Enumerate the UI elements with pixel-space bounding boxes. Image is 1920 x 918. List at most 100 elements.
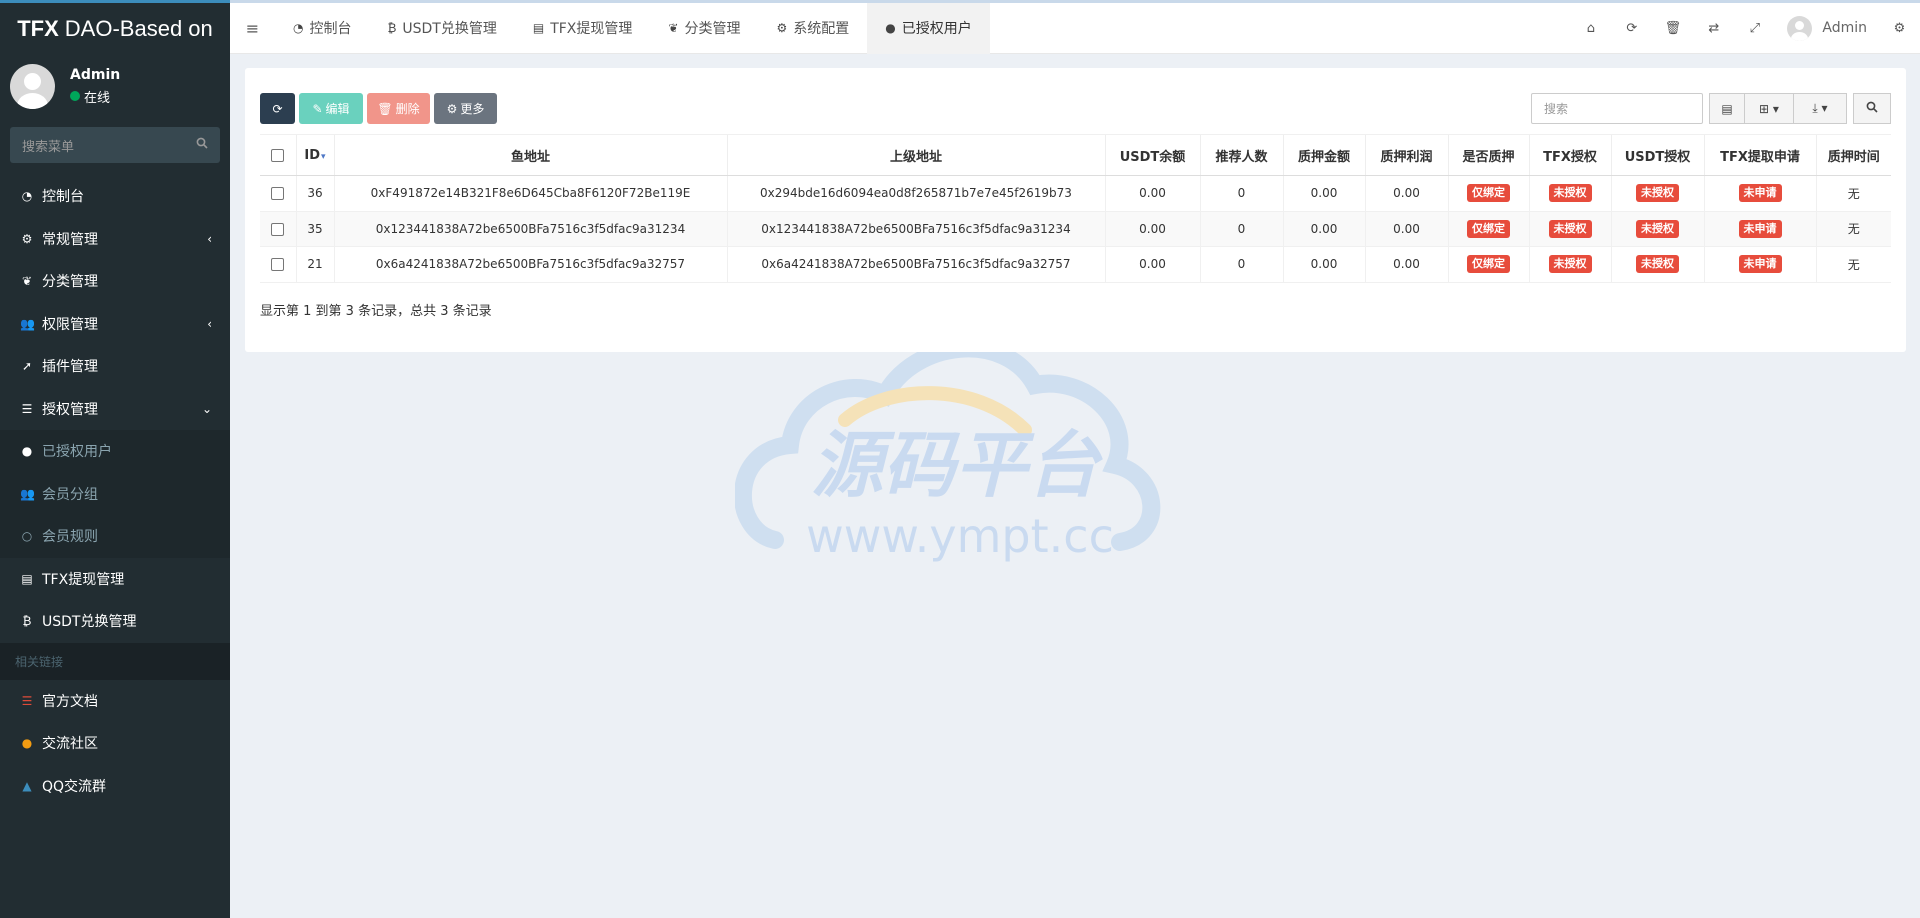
sidebar-item-authorized-users[interactable]: ● 已授权用户 [0,430,230,473]
col-address[interactable]: 鱼地址 [333,134,727,176]
sidebar-item-label: TFX提现管理 [42,571,125,588]
sidebar-item-usdt-exchange[interactable]: ₿ USDT兑换管理 [0,600,230,643]
col-usdt-balance[interactable]: USDT余额 [1104,134,1200,176]
bitcoin-icon: ₿ [22,614,32,629]
cell-address: 0x6a4241838A72be6500BFa7516c3f5dfac9a327… [333,246,727,283]
columns-button[interactable]: ⊞ ▾ [1744,93,1794,124]
more-label: 更多 [460,102,485,116]
brand-bold: TFX [17,16,59,41]
sidebar-item-label: 官方文档 [42,693,98,710]
cell-stake-profit: 0.00 [1364,246,1448,283]
row-checkbox[interactable] [271,187,285,201]
sidebar-link-qq[interactable]: ▲ QQ交流群 [0,765,230,808]
tab-dashboard[interactable]: ◔ 控制台 [275,3,369,54]
status-badge: 未授权 [1636,219,1679,238]
brand-text: DAO-Based on [64,16,213,41]
sidebar-item-dashboard[interactable]: ◔ 控制台 [0,175,230,218]
submenu-authorization: ● 已授权用户 👥 会员分组 ○ 会员规则 [0,430,230,558]
tab-label: 分类管理 [684,21,741,37]
table-tools: 搜索 ▤ ⊞ ▾ ⤓ ▾ [1531,93,1891,124]
tab-label: 控制台 [309,21,352,37]
col-referrals[interactable]: 推荐人数 [1199,134,1283,176]
cell-referrals: 0 [1199,246,1283,283]
table-row[interactable]: 21 0x6a4241838A72be6500BFa7516c3f5dfac9a… [260,246,1891,283]
col-parent-address[interactable]: 上级地址 [726,134,1105,176]
col-stake-profit[interactable]: 质押利润 [1364,134,1448,176]
trash-icon[interactable]: 🗑 [1652,21,1693,36]
status-text: 在线 [84,90,111,106]
delete-button[interactable]: 🗑 删除 [367,93,430,124]
sidebar-item-general[interactable]: ⚙ 常规管理 ‹ [0,218,230,261]
nav-user-name: Admin [1822,20,1867,36]
tab-system-config[interactable]: ⚙ 系统配置 [758,3,867,54]
sidebar-item-tfx-withdraw[interactable]: ▤ TFX提现管理 [0,558,230,601]
cogs-icon: ⚙ [21,231,33,246]
sidebar-item-plugins[interactable]: ➚ 插件管理 [0,345,230,388]
chevron-left-icon: ‹ [207,231,212,246]
search-icon[interactable] [196,137,208,153]
list-icon: ☰ [21,693,33,708]
delete-label: 删除 [395,102,420,116]
sidebar-link-docs[interactable]: ☰ 官方文档 [0,680,230,723]
status-badge: 未授权 [1548,219,1592,238]
table-search-input[interactable]: 搜索 [1531,93,1703,124]
col-id[interactable]: ID▾ [295,134,334,176]
col-stake-amount[interactable]: 质押金额 [1282,134,1365,176]
sidebar-item-label: 已授权用户 [42,444,112,461]
fullscreen-icon[interactable]: ⤢ [1734,21,1775,36]
cell-address: 0xF491872e14B321F8e6D645Cba8F6120F72Be11… [333,175,727,212]
bitcoin-icon: ₿ [387,21,397,35]
edit-button[interactable]: ✎ 编辑 [299,93,363,124]
sidebar-item-member-rules[interactable]: ○ 会员规则 [0,515,230,558]
cell-stake-time: 无 [1815,246,1891,283]
home-icon[interactable]: ⌂ [1570,21,1611,36]
col-is-staked[interactable]: 是否质押 [1447,134,1529,176]
select-all-checkbox[interactable] [271,148,285,162]
more-button[interactable]: ⚙ 更多 [434,93,497,124]
col-tfx-withdraw[interactable]: TFX提取申请 [1703,134,1816,176]
tab-usdt-exchange[interactable]: ₿ USDT兑换管理 [369,3,514,54]
leaf-icon: ❦ [668,21,679,35]
sidebar-item-label: 分类管理 [42,274,98,291]
refresh-icon[interactable]: ⟳ [1611,21,1652,36]
status-badge: 未申请 [1738,184,1782,203]
refresh-button[interactable]: ⟳ [260,93,295,124]
user-icon: ● [21,444,33,459]
app-logo[interactable]: TFX DAO-Based on [0,0,230,55]
sidebar-item-label: 控制台 [42,189,84,206]
tab-tfx-withdraw[interactable]: ▤ TFX提现管理 [515,3,651,54]
sidebar-item-label: 会员规则 [42,529,98,546]
cell-address: 0x123441838A72be6500BFa7516c3f5dfac9a312… [333,211,727,247]
cell-referrals: 0 [1199,211,1283,247]
advanced-search-button[interactable] [1853,93,1891,124]
sidebar-search-input[interactable]: 搜索菜单 [10,127,220,163]
cell-referrals: 0 [1199,175,1283,212]
sidebar-item-member-group[interactable]: 👥 会员分组 [0,472,230,515]
select-all-cell [260,134,296,176]
tab-authorized-users[interactable]: ● 已授权用户 [867,2,990,54]
list-icon: ☰ [21,401,33,416]
user-icon: ● [885,21,896,35]
nav-user-menu[interactable]: Admin [1775,15,1879,41]
table-row[interactable]: 35 0x123441838A72be6500BFa7516c3f5dfac9a… [260,211,1891,247]
toggle-view-button[interactable]: ▤ [1709,93,1745,124]
content-panel: ⟳ ✎ 编辑 🗑 删除 ⚙ 更多 搜索 ▤ ⊞ ▾ ⤓ ▾ ID▾ 鱼地址 上级… [245,68,1906,352]
cell-usdt-balance: 0.00 [1104,246,1200,283]
sidebar-toggle-icon[interactable]: ≡ [230,19,275,38]
table-row[interactable]: 36 0xF491872e14B321F8e6D645Cba8F6120F72B… [260,175,1891,212]
cogs-icon[interactable]: ⚙ [1879,21,1920,36]
row-checkbox[interactable] [271,258,285,272]
cell-id: 35 [295,211,334,247]
sidebar-link-community[interactable]: ● 交流社区 [0,722,230,765]
row-checkbox[interactable] [271,222,285,236]
sidebar-item-category[interactable]: ❦ 分类管理 [0,260,230,303]
col-tfx-auth[interactable]: TFX授权 [1528,134,1611,176]
language-icon[interactable]: ⇄ [1693,21,1734,36]
col-stake-time[interactable]: 质押时间 [1815,134,1891,176]
col-usdt-auth[interactable]: USDT授权 [1610,134,1704,176]
cell-usdt-balance: 0.00 [1104,211,1200,247]
sidebar-item-auth[interactable]: 👥 权限管理 ‹ [0,303,230,346]
tab-category[interactable]: ❦ 分类管理 [650,3,758,54]
export-button[interactable]: ⤓ ▾ [1793,93,1847,124]
sidebar-item-authorization[interactable]: ☰ 授权管理 ⌄ [0,388,230,431]
